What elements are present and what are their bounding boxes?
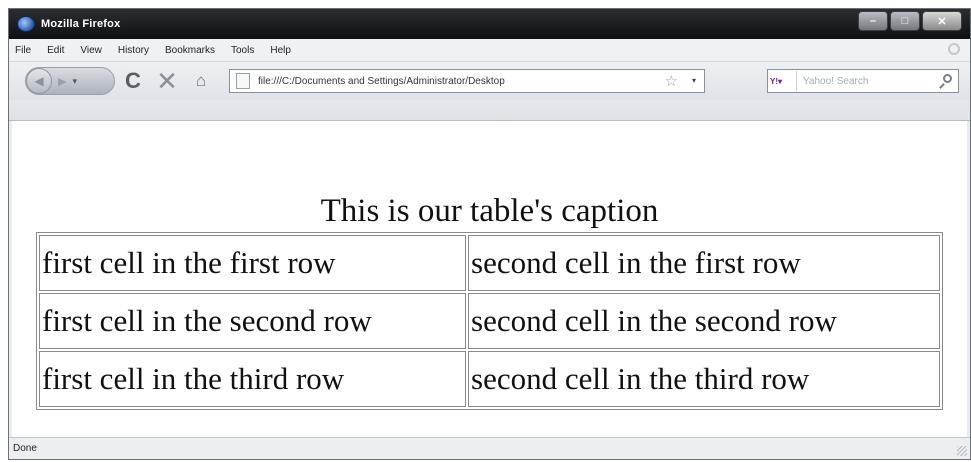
browser-window: Mozilla Firefox – □ ✕ File Edit View His… bbox=[8, 8, 971, 460]
table-row: first cell in the third row second cell … bbox=[39, 351, 940, 407]
search-engine-button[interactable]: Y! ▾ bbox=[770, 71, 797, 91]
forward-button[interactable]: ▶ bbox=[58, 75, 66, 88]
window-controls: – □ ✕ bbox=[856, 11, 962, 31]
status-text: Done bbox=[13, 443, 37, 454]
stop-icon: ✕ bbox=[156, 65, 178, 96]
search-icon[interactable] bbox=[938, 74, 952, 88]
table-cell: second cell in the third row bbox=[468, 351, 940, 407]
search-engine-label: Y! bbox=[770, 76, 778, 86]
back-forward-group: ◀ ▶ ▾ bbox=[25, 67, 115, 95]
table-cell: second cell in the first row bbox=[468, 235, 940, 291]
minimize-button[interactable]: – bbox=[858, 11, 888, 31]
forward-icon: ▶ bbox=[58, 75, 67, 88]
throbber-icon bbox=[948, 43, 960, 55]
page-content: This is our table's caption first cell i… bbox=[12, 121, 967, 437]
firefox-logo-icon bbox=[17, 16, 35, 32]
home-button[interactable]: ⌂ bbox=[187, 67, 215, 95]
url-text[interactable]: file:///C:/Documents and Settings/Admini… bbox=[258, 76, 668, 87]
back-button[interactable]: ◀ bbox=[26, 68, 52, 94]
home-icon: ⌂ bbox=[195, 71, 207, 90]
stop-button[interactable]: ✕ bbox=[153, 65, 181, 96]
data-table: first cell in the first row second cell … bbox=[36, 232, 943, 410]
table-cell: second cell in the second row bbox=[468, 293, 940, 349]
table-cell: first cell in the first row bbox=[39, 235, 466, 291]
menu-file[interactable]: File bbox=[15, 45, 31, 56]
table-row: first cell in the second row second cell… bbox=[39, 293, 940, 349]
resize-grip-icon[interactable] bbox=[957, 446, 967, 456]
menu-tools[interactable]: Tools bbox=[231, 45, 254, 56]
menu-edit[interactable]: Edit bbox=[47, 45, 64, 56]
search-input[interactable]: Yahoo! Search bbox=[803, 76, 938, 87]
menu-help[interactable]: Help bbox=[270, 45, 291, 56]
search-bar[interactable]: Y! ▾ Yahoo! Search bbox=[767, 69, 959, 93]
status-bar: Done bbox=[9, 437, 970, 459]
history-dropdown-button[interactable]: ▾ bbox=[72, 76, 77, 87]
table-cell: first cell in the third row bbox=[39, 351, 466, 407]
menu-bar: File Edit View History Bookmarks Tools H… bbox=[9, 39, 970, 62]
maximize-button[interactable]: □ bbox=[890, 11, 920, 31]
menu-bookmarks[interactable]: Bookmarks bbox=[165, 45, 215, 56]
reload-icon: C bbox=[125, 68, 141, 93]
table-cell: first cell in the second row bbox=[39, 293, 466, 349]
page-icon bbox=[236, 73, 250, 89]
menu-view[interactable]: View bbox=[80, 45, 102, 56]
url-dropdown-button[interactable]: ▾ bbox=[692, 76, 696, 85]
menu-history[interactable]: History bbox=[118, 45, 149, 56]
close-button[interactable]: ✕ bbox=[922, 11, 962, 31]
address-bar[interactable]: file:///C:/Documents and Settings/Admini… bbox=[229, 69, 705, 93]
reload-button[interactable]: C bbox=[119, 67, 147, 95]
title-bar: Mozilla Firefox – □ ✕ bbox=[9, 9, 970, 39]
back-icon: ◀ bbox=[34, 74, 44, 88]
bookmark-star-icon[interactable]: ☆ bbox=[665, 72, 678, 90]
table-row: first cell in the first row second cell … bbox=[39, 235, 940, 291]
table-caption: This is our table's caption bbox=[320, 193, 659, 229]
window-title: Mozilla Firefox bbox=[41, 18, 121, 30]
navigation-toolbar: ◀ ▶ ▾ C ✕ ⌂ file:///C:/Documents and Set… bbox=[9, 62, 970, 100]
bookmarks-toolbar bbox=[9, 100, 970, 121]
